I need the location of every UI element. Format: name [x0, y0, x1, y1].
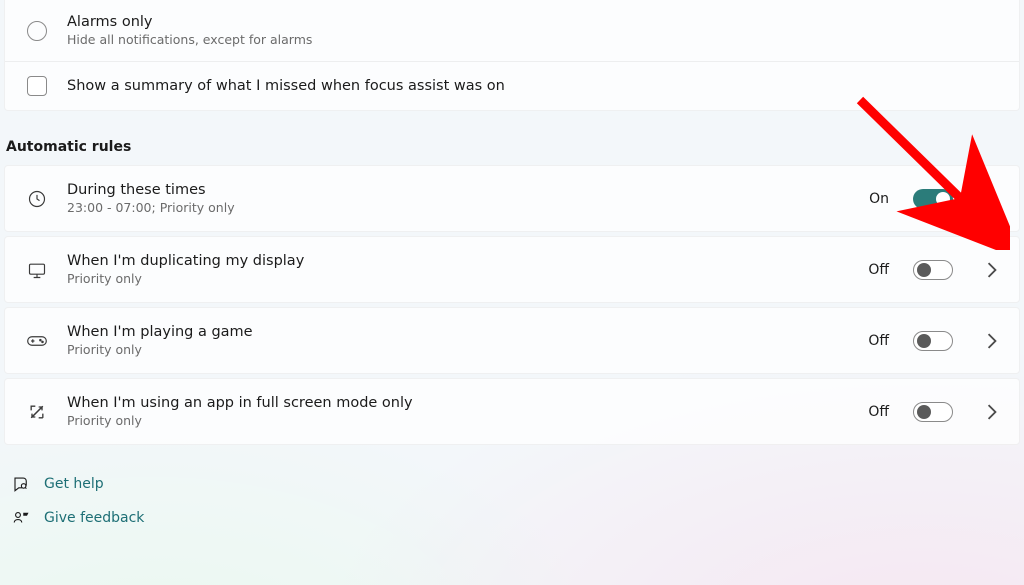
link-get-help[interactable]: Get help — [10, 467, 1024, 501]
help-icon — [10, 475, 32, 493]
expand-arrows-icon — [23, 402, 51, 422]
chevron-right-icon[interactable] — [983, 404, 1001, 420]
chevron-right-icon[interactable] — [983, 191, 1001, 207]
option-alarms-only[interactable]: Alarms only Hide all notifications, exce… — [5, 0, 1019, 61]
rule-title: When I'm duplicating my display — [67, 253, 852, 269]
toggle-during-times[interactable] — [913, 189, 953, 209]
option-label: Alarms only — [67, 14, 312, 30]
rule-subtitle: Priority only — [67, 342, 852, 357]
link-label: Get help — [44, 476, 104, 492]
rule-subtitle: Priority only — [67, 271, 852, 286]
footer-links: Get help Give feedback — [10, 467, 1024, 535]
rule-subtitle: Priority only — [67, 413, 852, 428]
feedback-icon — [10, 509, 32, 527]
toggle-duplicating-display[interactable] — [913, 260, 953, 280]
option-label: Show a summary of what I missed when foc… — [67, 78, 505, 94]
rule-title: When I'm using an app in full screen mod… — [67, 395, 852, 411]
toggle-state-label: Off — [868, 262, 889, 278]
rule-subtitle: 23:00 - 07:00; Priority only — [67, 200, 853, 215]
option-show-summary[interactable]: Show a summary of what I missed when foc… — [5, 61, 1019, 110]
toggle-state-label: On — [869, 191, 889, 207]
option-description: Hide all notifications, except for alarm… — [67, 32, 312, 47]
monitor-icon — [23, 260, 51, 280]
toggle-state-label: Off — [868, 333, 889, 349]
rule-title: When I'm playing a game — [67, 324, 852, 340]
rule-fullscreen-app[interactable]: When I'm using an app in full screen mod… — [4, 378, 1020, 445]
rule-playing-game[interactable]: When I'm playing a game Priority only Of… — [4, 307, 1020, 374]
rule-duplicating-display[interactable]: When I'm duplicating my display Priority… — [4, 236, 1020, 303]
gamepad-icon — [23, 331, 51, 351]
toggle-playing-game[interactable] — [913, 331, 953, 351]
rule-title: During these times — [67, 182, 853, 198]
section-heading-automatic-rules: Automatic rules — [6, 139, 1024, 155]
clock-icon — [23, 189, 51, 209]
checkbox-icon[interactable] — [23, 76, 51, 96]
toggle-fullscreen-app[interactable] — [913, 402, 953, 422]
toggle-state-label: Off — [868, 404, 889, 420]
chevron-right-icon[interactable] — [983, 333, 1001, 349]
radio-icon — [23, 21, 51, 41]
chevron-right-icon[interactable] — [983, 262, 1001, 278]
link-give-feedback[interactable]: Give feedback — [10, 501, 1024, 535]
link-label: Give feedback — [44, 510, 144, 526]
focus-assist-options-card: Alarms only Hide all notifications, exce… — [4, 0, 1020, 111]
rule-during-these-times[interactable]: During these times 23:00 - 07:00; Priori… — [4, 165, 1020, 232]
